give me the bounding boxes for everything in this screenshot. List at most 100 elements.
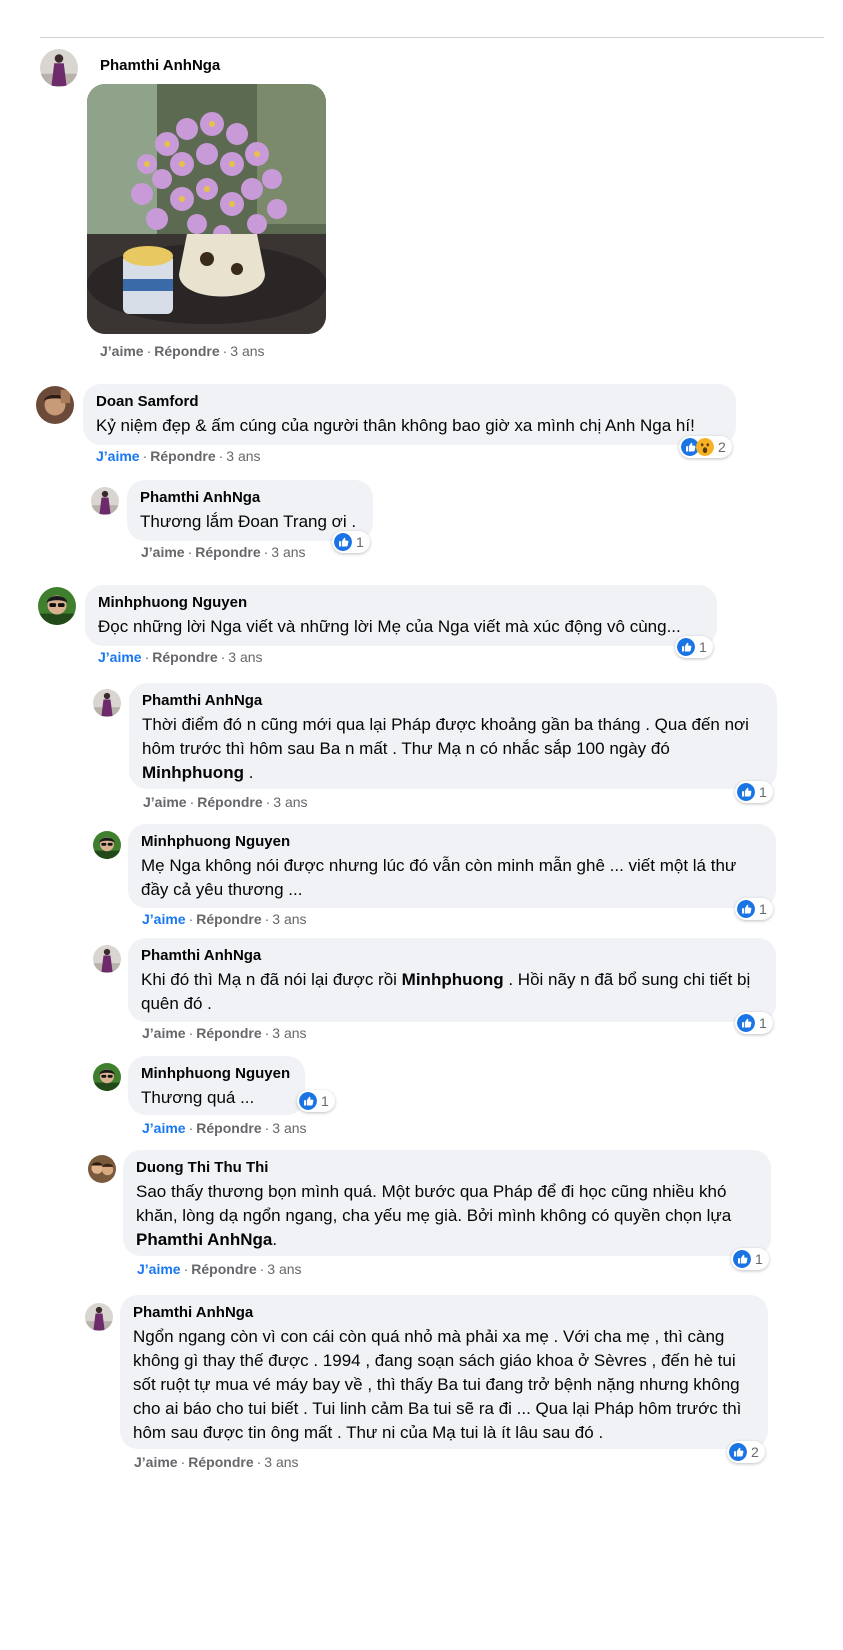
timestamp[interactable]: 3 ans (264, 1454, 298, 1470)
reaction-count: 2 (751, 1444, 759, 1460)
mention-link[interactable]: Phamthi AnhNga (136, 1230, 272, 1249)
avatar[interactable] (88, 1155, 116, 1183)
comment-text: Thương lắm Đoan Trang ơi . (140, 512, 357, 531)
comment-author[interactable]: Phamthi AnhNga (100, 56, 220, 76)
reaction-count: 1 (321, 1093, 329, 1109)
comment-actions: J’aime · Répondre · 3 ans (143, 794, 308, 810)
avatar[interactable] (93, 689, 121, 717)
avatar[interactable] (91, 487, 119, 515)
comment-actions: J’aime · Répondre · 3 ans (137, 1261, 302, 1277)
avatar-image (85, 1303, 113, 1331)
avatar-image (93, 831, 121, 859)
comment-actions: J’aime · Répondre · 3 ans (98, 649, 263, 665)
timestamp[interactable]: 3 ans (273, 794, 307, 810)
reaction-count: 1 (699, 639, 707, 655)
comment-author[interactable]: Phamthi AnhNga (142, 691, 765, 711)
mention-link[interactable]: Minhphuong (142, 763, 244, 782)
comment-author[interactable]: Minhphuong Nguyen (141, 832, 764, 852)
reaction-summary[interactable]: 2 (679, 436, 732, 458)
reaction-summary[interactable]: 1 (297, 1090, 335, 1112)
comment-bubble: Minhphuong Nguyen Đọc những lời Nga viết… (85, 585, 717, 646)
reaction-count: 1 (755, 1251, 763, 1267)
reply-link[interactable]: Répondre (150, 448, 215, 464)
comment-actions: J’aime · Répondre · 3 ans (142, 1120, 307, 1136)
comment-bubble: Phamthi AnhNga Ngổn ngang còn vì con cái… (120, 1295, 768, 1449)
like-link[interactable]: J’aime (141, 544, 185, 560)
comment-author[interactable]: Doan Samford (96, 392, 724, 412)
comment-text: Thương quá ... (141, 1088, 255, 1107)
reaction-count: 2 (718, 439, 726, 455)
like-link[interactable]: J’aime (137, 1261, 181, 1277)
avatar[interactable] (36, 386, 74, 424)
comment-bubble: Minhphuong Nguyen Mẹ Nga không nói được … (128, 824, 776, 908)
comment-author[interactable]: Phamthi AnhNga (141, 946, 764, 966)
reply-link[interactable]: Répondre (154, 343, 219, 359)
avatar[interactable] (40, 49, 78, 87)
avatar-image (40, 49, 78, 87)
timestamp[interactable]: 3 ans (230, 343, 264, 359)
reaction-summary[interactable]: 1 (735, 898, 773, 920)
comment-author[interactable]: Duong Thi Thu Thi (136, 1158, 759, 1178)
like-link[interactable]: J’aime (134, 1454, 178, 1470)
avatar-image (36, 386, 74, 424)
like-link[interactable]: J’aime (142, 1120, 186, 1136)
avatar-image (38, 587, 76, 625)
reaction-summary[interactable]: 1 (731, 1248, 769, 1270)
timestamp[interactable]: 3 ans (272, 1120, 306, 1136)
timestamp[interactable]: 3 ans (271, 544, 305, 560)
thumbs-up-icon (737, 900, 755, 918)
avatar-image (91, 487, 119, 515)
like-link[interactable]: J’aime (98, 649, 142, 665)
comment-text: Khi đó thì Mạ n đã nói lại được rồi Minh… (141, 970, 751, 1013)
comment-author[interactable]: Phamthi AnhNga (133, 1303, 756, 1323)
avatar[interactable] (85, 1303, 113, 1331)
avatar[interactable] (93, 945, 121, 973)
timestamp[interactable]: 3 ans (272, 911, 306, 927)
comment-author[interactable]: Minhphuong Nguyen (141, 1064, 293, 1084)
reaction-count: 1 (759, 1015, 767, 1031)
comment-actions: J’aime · Répondre · 3 ans (142, 911, 307, 927)
reaction-summary[interactable]: 1 (332, 531, 370, 553)
like-link[interactable]: J’aime (142, 1025, 186, 1041)
comment-author[interactable]: Phamthi AnhNga (140, 488, 361, 508)
reaction-summary[interactable]: 1 (735, 1012, 773, 1034)
comment-text: Ngổn ngang còn vì con cái còn quá nhỏ mà… (133, 1327, 742, 1442)
like-link[interactable]: J’aime (100, 343, 144, 359)
comment-photo[interactable] (87, 84, 326, 334)
comment-text: Thời điểm đó n cũng mới qua lại Pháp đượ… (142, 715, 749, 782)
reply-link[interactable]: Répondre (196, 911, 261, 927)
thumbs-up-icon (737, 783, 755, 801)
thumbs-up-icon (729, 1443, 747, 1461)
reply-link[interactable]: Répondre (196, 1120, 261, 1136)
timestamp[interactable]: 3 ans (267, 1261, 301, 1277)
avatar-image (88, 1155, 116, 1183)
thumbs-up-icon (677, 638, 695, 656)
like-link[interactable]: J’aime (142, 911, 186, 927)
reply-link[interactable]: Répondre (188, 1454, 253, 1470)
reaction-summary[interactable]: 1 (735, 781, 773, 803)
avatar[interactable] (93, 831, 121, 859)
reply-link[interactable]: Répondre (195, 544, 260, 560)
avatar[interactable] (38, 587, 76, 625)
comment-author[interactable]: Minhphuong Nguyen (98, 593, 705, 613)
reply-link[interactable]: Répondre (191, 1261, 256, 1277)
like-link[interactable]: J’aime (96, 448, 140, 464)
mention-link[interactable]: Minhphuong (402, 970, 504, 989)
reply-link[interactable]: Répondre (196, 1025, 261, 1041)
top-divider (40, 37, 824, 38)
comment-text: Mẹ Nga không nói được nhưng lúc đó vẫn c… (141, 856, 737, 899)
thumbs-up-icon (334, 533, 352, 551)
reply-link[interactable]: Répondre (197, 794, 262, 810)
reaction-summary[interactable]: 1 (675, 636, 713, 658)
like-link[interactable]: J’aime (143, 794, 187, 810)
timestamp[interactable]: 3 ans (272, 1025, 306, 1041)
reaction-summary[interactable]: 2 (727, 1441, 765, 1463)
timestamp[interactable]: 3 ans (226, 448, 260, 464)
flower-vase-photo (87, 84, 326, 334)
comment-actions: J’aime · Répondre · 3 ans (100, 343, 265, 359)
comment-actions: J’aime · Répondre · 3 ans (142, 1025, 307, 1041)
reply-link[interactable]: Répondre (152, 649, 217, 665)
timestamp[interactable]: 3 ans (228, 649, 262, 665)
avatar[interactable] (93, 1063, 121, 1091)
avatar-image (93, 689, 121, 717)
